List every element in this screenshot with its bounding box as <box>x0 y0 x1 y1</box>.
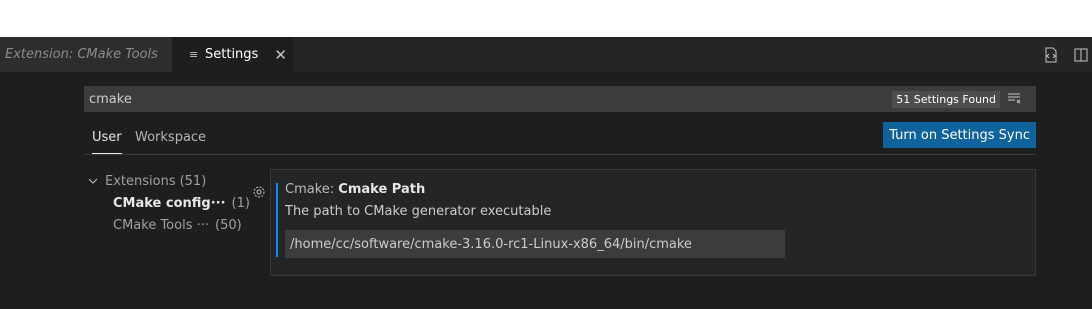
toc-label: CMake Tools ··· <box>113 217 210 233</box>
toc-item-extensions[interactable]: Extensions (51) <box>84 170 244 192</box>
open-json-icon[interactable] <box>1040 44 1062 66</box>
settings-scope-tabs: User Workspace Turn on Settings Sync <box>84 122 1036 155</box>
setting-name: Cmake Path <box>338 182 426 197</box>
list-icon: ≡ <box>189 48 199 61</box>
tab-bar: Extension: CMake Tools ≡ Settings ✕ <box>0 37 1092 72</box>
toc-count: (1) <box>231 195 250 211</box>
toc-label: Extensions <box>105 173 176 189</box>
cmake-path-input[interactable]: /home/cc/software/cmake-3.16.0-rc1-Linux… <box>285 230 785 258</box>
gear-icon[interactable] <box>251 184 267 200</box>
tab-settings[interactable]: ≡ Settings ✕ <box>172 37 294 72</box>
split-editor-icon[interactable] <box>1070 44 1092 66</box>
toc-count: (51) <box>179 173 207 189</box>
chevron-down-icon <box>88 176 100 187</box>
tab-extension-cmake-tools[interactable]: Extension: CMake Tools <box>0 37 172 72</box>
title-area <box>0 0 1092 37</box>
tab-label: Extension: CMake Tools <box>5 47 158 62</box>
tab-label: Settings <box>205 47 259 62</box>
settings-toc: Extensions (51) CMake config··· (1) CMak… <box>84 170 250 236</box>
tab-workspace[interactable]: Workspace <box>135 130 206 153</box>
toc-item-cmake-config[interactable]: CMake config··· (1) <box>84 192 250 214</box>
settings-editor: cmake 51 Settings Found User Workspace T… <box>0 72 1092 309</box>
close-icon[interactable]: ✕ <box>274 46 287 64</box>
settings-search[interactable]: cmake 51 Settings Found <box>84 86 1036 112</box>
turn-on-settings-sync-button[interactable]: Turn on Settings Sync <box>883 122 1036 148</box>
search-input[interactable]: cmake <box>84 92 892 107</box>
clear-filter-icon[interactable] <box>1008 92 1024 107</box>
toc-count: (50) <box>215 217 242 233</box>
setting-title: Cmake: Cmake Path <box>285 182 425 197</box>
setting-category: Cmake: <box>285 182 339 197</box>
toc-label: CMake config··· <box>113 195 226 211</box>
tab-user[interactable]: User <box>92 130 122 154</box>
focus-indicator <box>276 183 278 257</box>
toc-item-cmake-tools[interactable]: CMake Tools ··· (50) <box>84 214 244 236</box>
setting-item-cmake-path: Cmake: Cmake Path The path to CMake gene… <box>270 169 1036 276</box>
results-count-badge: 51 Settings Found <box>892 90 1000 108</box>
editor-actions <box>1032 37 1092 72</box>
setting-description: The path to CMake generator executable <box>285 204 552 219</box>
